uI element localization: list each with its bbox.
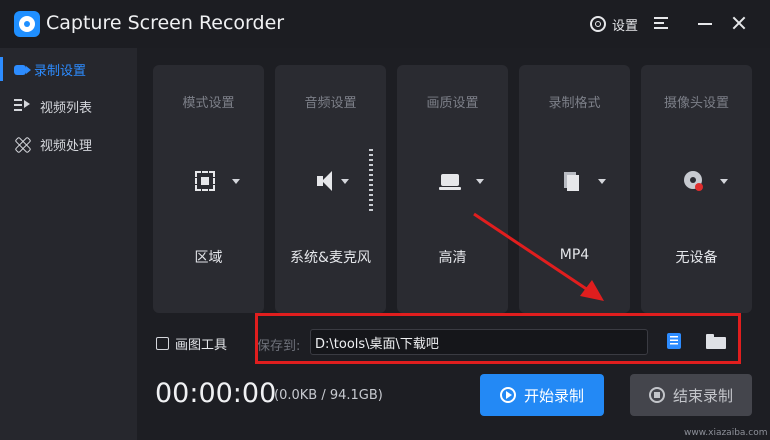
- app-logo-icon: [14, 11, 40, 37]
- card-title: 录制格式: [548, 96, 601, 111]
- draw-tool-label: 画图工具: [175, 338, 228, 353]
- error-badge-icon: [695, 183, 703, 191]
- sidebar-item-label: 视频列表: [40, 100, 93, 116]
- start-recording-button[interactable]: 开始录制: [480, 374, 604, 416]
- card-value: 区域: [194, 250, 223, 266]
- app-title: Capture Screen Recorder: [46, 12, 285, 34]
- webcam-settings-card[interactable]: 摄像头设置 无设备: [641, 65, 752, 313]
- close-icon[interactable]: [732, 16, 746, 30]
- laptop-icon: [439, 171, 461, 191]
- sidebar-item-label: 视频处理: [40, 138, 93, 154]
- settings-button[interactable]: 设置: [590, 14, 638, 34]
- video-list-icon: [14, 99, 32, 113]
- minimize-icon[interactable]: [698, 23, 712, 25]
- card-value: MP4: [559, 247, 590, 263]
- audio-settings-card[interactable]: 音频设置 系统&麦克风: [275, 65, 386, 313]
- region-icon: [195, 171, 215, 191]
- folder-icon[interactable]: [706, 334, 726, 349]
- play-icon: [499, 387, 516, 403]
- card-title: 音频设置: [304, 96, 357, 111]
- chevron-down-icon[interactable]: [476, 179, 484, 184]
- chevron-down-icon[interactable]: [598, 179, 606, 184]
- tools-icon: [14, 137, 32, 151]
- file-icon: [561, 171, 581, 191]
- menu-icon[interactable]: [654, 17, 668, 29]
- gear-icon: [590, 16, 606, 32]
- card-value: 无设备: [675, 250, 718, 266]
- main-panel: 模式设置 区域 音频设置 系统&麦克风 画质设置 高清 录制格式 MP4 摄像头…: [137, 48, 770, 440]
- sidebar: 录制设置 视频列表 视频处理: [0, 48, 137, 440]
- stop-recording-button[interactable]: 结束录制: [630, 374, 752, 416]
- webcam-icon: [683, 171, 703, 191]
- stop-recording-label: 结束录制: [672, 386, 733, 405]
- sidebar-item-video-list[interactable]: 视频列表: [0, 88, 137, 124]
- camera-icon: [14, 65, 31, 75]
- stop-icon: [648, 387, 665, 403]
- card-title: 摄像头设置: [663, 96, 729, 111]
- card-value: 系统&麦克风: [290, 250, 371, 266]
- format-settings-card[interactable]: 录制格式 MP4: [519, 65, 630, 313]
- save-to-label: 保存到:: [257, 339, 301, 354]
- sidebar-item-label: 录制设置: [34, 63, 87, 79]
- save-path-field[interactable]: [310, 329, 648, 355]
- speaker-icon: [317, 171, 337, 191]
- card-value: 高清: [438, 250, 467, 266]
- mode-settings-card[interactable]: 模式设置 区域: [153, 65, 264, 313]
- draw-tool-checkbox[interactable]: [156, 337, 169, 350]
- start-recording-label: 开始录制: [523, 386, 584, 405]
- volume-slider[interactable]: [369, 149, 373, 211]
- chevron-down-icon[interactable]: [341, 179, 349, 184]
- watermark-text: www.xiazaiba.com: [684, 428, 768, 438]
- sidebar-item-record-settings[interactable]: 录制设置: [0, 51, 137, 87]
- file-size-text: (0.0KB / 94.1GB): [274, 388, 383, 403]
- chevron-down-icon[interactable]: [720, 179, 728, 184]
- quality-settings-card[interactable]: 画质设置 高清: [397, 65, 508, 313]
- card-title: 画质设置: [426, 96, 479, 111]
- sidebar-item-video-processing[interactable]: 视频处理: [0, 126, 137, 162]
- card-title: 模式设置: [182, 96, 235, 111]
- settings-label: 设置: [612, 18, 639, 34]
- list-icon[interactable]: [667, 333, 681, 349]
- title-bar: Capture Screen Recorder 设置: [0, 0, 770, 48]
- chevron-down-icon[interactable]: [232, 179, 240, 184]
- recording-timer: 00:00:00: [155, 378, 277, 409]
